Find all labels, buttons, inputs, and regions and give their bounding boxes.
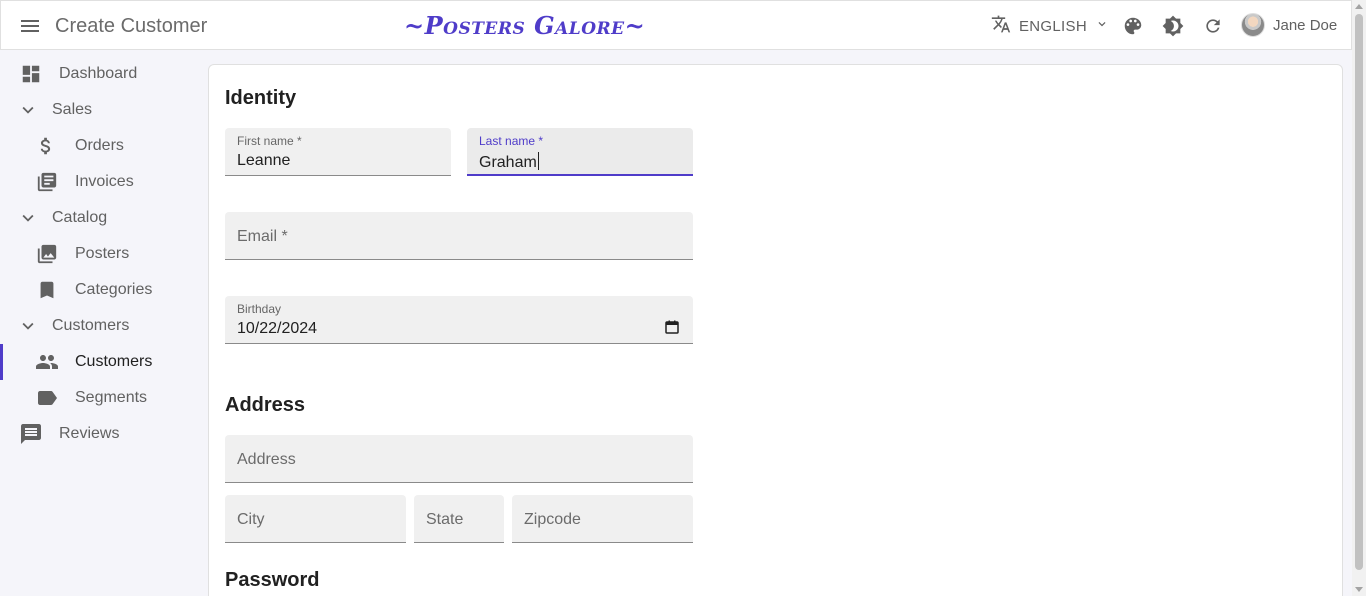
library-books-icon: [35, 170, 59, 194]
chevron-down-icon: [16, 314, 40, 338]
sidebar: Dashboard Sales Orders Invoices Catalog …: [0, 51, 200, 596]
scroll-thumb[interactable]: [1355, 14, 1363, 570]
scroll-up-arrow[interactable]: [1355, 4, 1363, 9]
brightness-icon[interactable]: [1161, 14, 1185, 38]
sidebar-item-reviews[interactable]: Reviews: [0, 416, 200, 452]
password-section-title: Password: [225, 569, 320, 591]
brand-logo: ~Posters Galore~: [404, 11, 646, 40]
email-placeholder: Email *: [237, 228, 288, 245]
sidebar-item-label: Customers: [75, 353, 153, 370]
zipcode-placeholder: Zipcode: [524, 511, 581, 528]
sidebar-item-posters[interactable]: Posters: [0, 236, 200, 272]
sidebar-item-label: Sales: [52, 101, 93, 118]
address-section-title: Address: [225, 394, 306, 416]
state-placeholder: State: [426, 511, 464, 528]
sidebar-group-catalog[interactable]: Catalog: [0, 200, 200, 236]
sidebar-group-sales[interactable]: Sales: [0, 92, 200, 128]
people-icon: [35, 350, 59, 374]
customer-form-card: Identity First name * Leanne Last name *…: [208, 64, 1343, 596]
sidebar-item-segments[interactable]: Segments: [0, 380, 200, 416]
sidebar-item-orders[interactable]: Orders: [0, 128, 200, 164]
state-field[interactable]: State: [414, 495, 504, 543]
sidebar-item-label: Dashboard: [59, 65, 138, 82]
app-bar: Create Customer ~Posters Galore~ ENGLISH…: [0, 0, 1352, 50]
address-placeholder: Address: [237, 451, 296, 468]
address-field[interactable]: Address: [225, 435, 693, 483]
email-field[interactable]: Email *: [225, 212, 693, 260]
user-name: Jane Doe: [1273, 16, 1338, 34]
sidebar-item-label: Segments: [75, 389, 148, 406]
sidebar-item-label: Invoices: [75, 173, 134, 190]
chevron-down-icon: [16, 98, 40, 122]
sidebar-item-label: Posters: [75, 245, 130, 262]
last-name-label: Last name *: [479, 134, 544, 148]
city-placeholder: City: [237, 511, 265, 528]
first-name-field[interactable]: First name * Leanne: [225, 128, 451, 176]
avatar: [1241, 13, 1265, 37]
dollar-icon: [34, 134, 58, 158]
chevron-down-icon: [16, 206, 40, 230]
sidebar-item-categories[interactable]: Categories: [0, 272, 200, 308]
sidebar-item-label: Catalog: [52, 209, 108, 226]
dashboard-icon: [19, 62, 43, 86]
sidebar-item-customers[interactable]: Customers: [0, 344, 200, 380]
first-name-label: First name *: [237, 134, 302, 148]
language-selector[interactable]: ENGLISH: [991, 14, 1109, 38]
identity-section-title: Identity: [225, 87, 297, 109]
menu-icon[interactable]: [16, 14, 44, 38]
sidebar-item-label: Customers: [52, 317, 130, 334]
city-field[interactable]: City: [225, 495, 406, 543]
language-label: ENGLISH: [1019, 17, 1087, 35]
chevron-down-icon: [1095, 17, 1109, 35]
collections-icon: [35, 242, 59, 266]
last-name-field[interactable]: Last name * Graham: [467, 128, 693, 176]
sidebar-item-label: Reviews: [59, 425, 120, 442]
sidebar-item-label: Categories: [75, 281, 153, 298]
sidebar-group-customers[interactable]: Customers: [0, 308, 200, 344]
comment-icon: [19, 422, 43, 446]
scroll-down-arrow[interactable]: [1355, 587, 1363, 592]
birthday-value: 10/22/2024: [237, 320, 318, 337]
birthday-field[interactable]: Birthday 10/22/2024: [225, 296, 693, 344]
bookmark-icon: [35, 278, 59, 302]
last-name-value-wrap: Graham: [479, 152, 539, 172]
zipcode-field[interactable]: Zipcode: [512, 495, 693, 543]
first-name-value: Leanne: [237, 152, 291, 169]
sidebar-item-label: Orders: [75, 137, 124, 154]
last-name-value: Graham: [479, 154, 537, 171]
palette-icon[interactable]: [1121, 14, 1145, 38]
sidebar-item-dashboard[interactable]: Dashboard: [0, 56, 200, 92]
refresh-icon[interactable]: [1201, 14, 1225, 38]
calendar-icon[interactable]: [665, 320, 679, 334]
user-menu[interactable]: Jane Doe: [1241, 13, 1337, 37]
text-caret: [537, 152, 539, 170]
translate-icon: [991, 14, 1011, 38]
page-title: Create Customer: [55, 15, 208, 37]
birthday-label: Birthday: [237, 302, 282, 316]
scrollbar[interactable]: [1352, 0, 1366, 596]
sidebar-item-invoices[interactable]: Invoices: [0, 164, 200, 200]
label-icon: [35, 386, 59, 410]
